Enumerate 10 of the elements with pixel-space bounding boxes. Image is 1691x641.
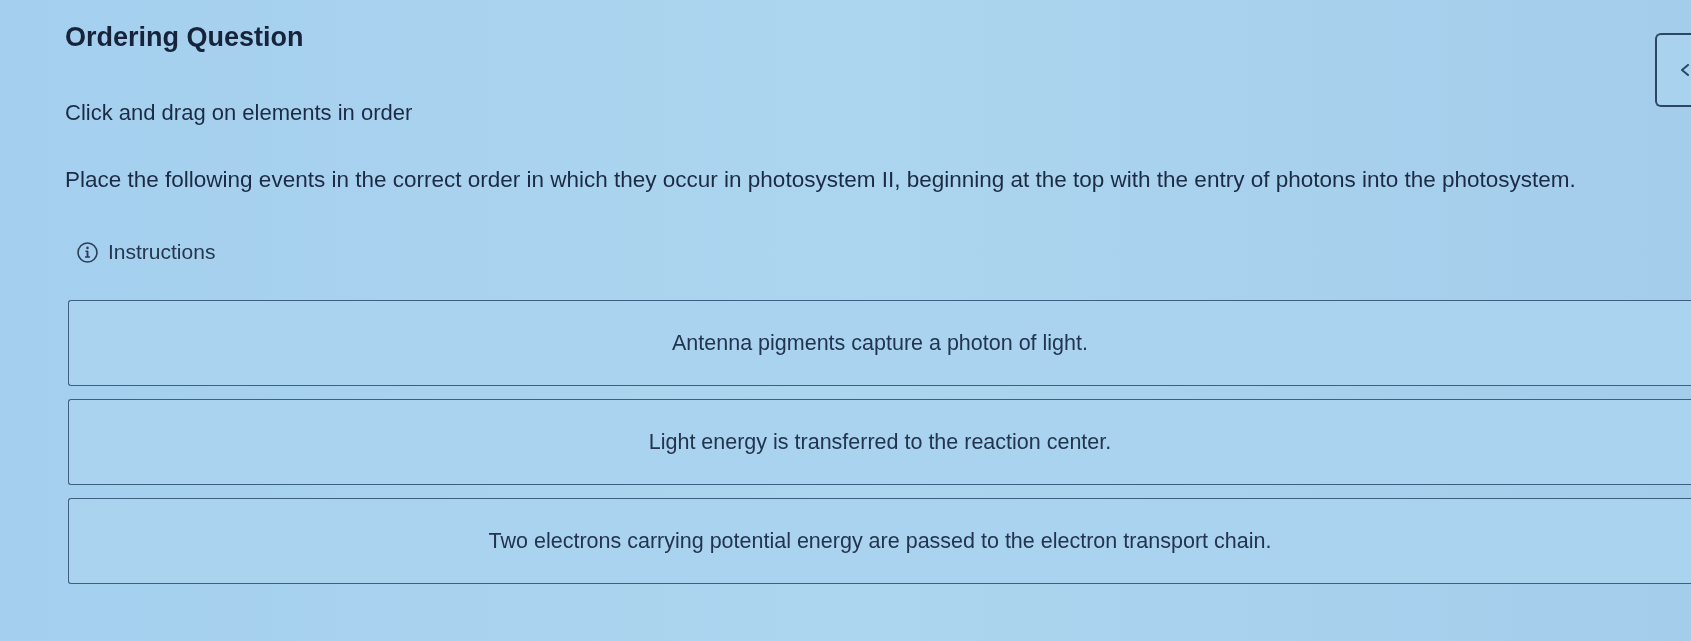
draggable-answer-item[interactable]: Antenna pigments capture a photon of light. (68, 300, 1691, 386)
question-text: Place the following events in the correct order in which they occur in photosystem II, beginning at the top with the entry of photons into the photosystem. (65, 166, 1577, 194)
question-title: Ordering Question (65, 21, 305, 54)
draggable-answer-item[interactable]: Light energy is transferred to the reaction center. (68, 399, 1691, 485)
prompt-text: Click and drag on elements in order (65, 99, 413, 127)
instructions-link[interactable]: Instructions (77, 240, 216, 264)
draggable-answer-item[interactable]: Two electrons carrying potential energy are passed to the electron transport chain. (68, 498, 1691, 584)
side-panel-button[interactable] (1655, 33, 1691, 107)
caret-icon (1681, 64, 1689, 76)
info-icon (77, 241, 98, 263)
